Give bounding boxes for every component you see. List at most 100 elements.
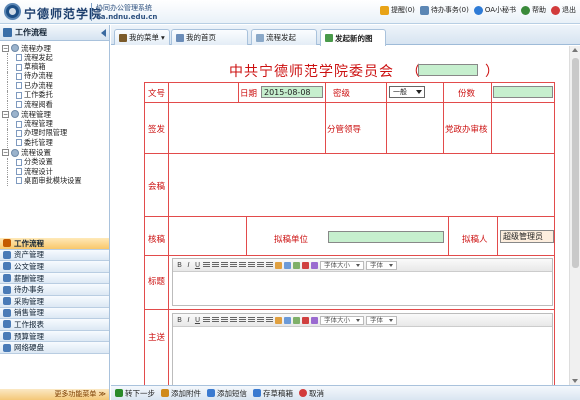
tree-group-settings[interactable]: − 流程设置 bbox=[2, 148, 109, 158]
logout-button[interactable]: 退出 bbox=[551, 5, 576, 15]
tree-group-process[interactable]: − 流程办理 bbox=[2, 43, 109, 53]
tab-new-flow[interactable]: 发起新的图 bbox=[320, 29, 386, 46]
add-attachment-button[interactable]: 添加附件 bbox=[161, 388, 201, 399]
highlight-icon[interactable] bbox=[311, 316, 318, 324]
secrecy-select[interactable]: 一般 bbox=[389, 86, 425, 98]
label-co-draft: 会稿 bbox=[148, 182, 166, 192]
drafter-input[interactable]: 超级管理员 bbox=[500, 230, 554, 243]
image-icon[interactable] bbox=[275, 316, 282, 324]
indent-icon[interactable] bbox=[257, 262, 264, 268]
font-size-select[interactable]: 字体大小 bbox=[320, 260, 364, 270]
tree-item[interactable]: 工作委托 bbox=[2, 90, 109, 101]
link-icon[interactable] bbox=[284, 261, 291, 269]
italic-icon[interactable]: I bbox=[185, 261, 192, 269]
module-purchase[interactable]: 采购管理 bbox=[0, 295, 109, 308]
align-center-icon[interactable] bbox=[212, 262, 219, 268]
scroll-thumb[interactable] bbox=[572, 58, 579, 268]
font-color-icon[interactable] bbox=[302, 316, 309, 324]
copies-input[interactable] bbox=[493, 86, 553, 98]
collapse-sidebar-icon[interactable] bbox=[101, 29, 106, 37]
oa-secretary-button[interactable]: OA小秘书 bbox=[473, 5, 516, 15]
title-editor[interactable]: B I U 字体大小 字体 bbox=[172, 258, 553, 306]
align-left-icon[interactable] bbox=[203, 262, 210, 268]
justify-icon[interactable] bbox=[230, 317, 237, 323]
clock-icon bbox=[473, 5, 483, 15]
reminder-button[interactable]: 提醒(0) bbox=[379, 5, 415, 15]
ordered-list-icon[interactable] bbox=[239, 262, 246, 268]
todo-button[interactable]: 待办事务(0) bbox=[419, 5, 469, 15]
save-draft-button[interactable]: 存草稿箱 bbox=[253, 388, 293, 399]
collapse-toggle-icon[interactable]: − bbox=[2, 149, 9, 157]
add-sms-button[interactable]: 添加短信 bbox=[207, 388, 247, 399]
tab-my-menu[interactable]: 我的菜单 ▾ bbox=[114, 29, 170, 45]
module-netdisk[interactable]: 网络硬盘 bbox=[0, 342, 109, 354]
tab-my-home[interactable]: 我的首页 bbox=[171, 29, 248, 45]
gear-icon bbox=[11, 44, 19, 52]
tree-item[interactable]: 桌面审批模块设置 bbox=[2, 176, 109, 187]
module-reports[interactable]: 工作报表 bbox=[0, 319, 109, 331]
tree-item[interactable]: 流程发起 bbox=[2, 53, 109, 64]
ordered-list-icon[interactable] bbox=[239, 317, 246, 323]
cancel-button[interactable]: 取消 bbox=[299, 388, 324, 399]
doc-year-input[interactable] bbox=[418, 64, 478, 76]
link-icon[interactable] bbox=[284, 316, 291, 324]
tree-item[interactable]: 流程设计 bbox=[2, 167, 109, 178]
content-vscrollbar[interactable] bbox=[569, 46, 580, 385]
module-todo[interactable]: 待办事务 bbox=[0, 284, 109, 296]
image-icon[interactable] bbox=[275, 261, 282, 269]
collapse-toggle-icon[interactable]: − bbox=[2, 44, 9, 52]
next-step-button[interactable]: 转下一步 bbox=[115, 388, 155, 399]
italic-icon[interactable]: I bbox=[185, 316, 192, 324]
tree-item[interactable]: 已办流程 bbox=[2, 81, 109, 92]
scroll-up-icon[interactable] bbox=[572, 48, 578, 52]
draft-unit-input[interactable] bbox=[328, 231, 444, 243]
sales-icon bbox=[3, 308, 11, 317]
unordered-list-icon[interactable] bbox=[248, 262, 255, 268]
help-button[interactable]: 帮助 bbox=[521, 5, 546, 15]
justify-icon[interactable] bbox=[230, 262, 237, 268]
align-right-icon[interactable] bbox=[221, 262, 228, 268]
outdent-icon[interactable] bbox=[266, 317, 273, 323]
font-family-select[interactable]: 字体 bbox=[366, 315, 397, 325]
tree-item[interactable]: 流程管理 bbox=[2, 119, 109, 130]
tab-start-flow[interactable]: 流程发起 bbox=[251, 29, 317, 45]
font-family-select[interactable]: 字体 bbox=[366, 260, 397, 270]
table-icon[interactable] bbox=[293, 316, 300, 324]
bold-icon[interactable]: B bbox=[176, 316, 183, 324]
align-left-icon[interactable] bbox=[203, 317, 210, 323]
module-workflow[interactable]: 工作流程 bbox=[0, 238, 109, 250]
recipient-editor[interactable]: B I U 字体大小 字体 bbox=[172, 313, 553, 385]
home-icon bbox=[176, 33, 184, 42]
date-input[interactable]: 2015-08-08 bbox=[261, 86, 323, 98]
tree-item[interactable]: 待办流程 bbox=[2, 71, 109, 83]
tree-group-manage[interactable]: − 流程管理 bbox=[2, 109, 109, 119]
highlight-icon[interactable] bbox=[311, 261, 318, 269]
tree-item[interactable]: 流程阅看 bbox=[2, 100, 109, 111]
tree-item[interactable]: 办理时限管理 bbox=[2, 128, 109, 140]
underline-icon[interactable]: U bbox=[194, 316, 201, 324]
table-icon[interactable] bbox=[293, 261, 300, 269]
indent-icon[interactable] bbox=[257, 317, 264, 323]
scroll-down-icon[interactable] bbox=[572, 379, 578, 383]
module-budget[interactable]: 预算管理 bbox=[0, 330, 109, 343]
tree-item[interactable]: 委托管理 bbox=[2, 138, 109, 149]
module-salary[interactable]: 薪酬管理 bbox=[0, 272, 109, 285]
chevron-down-icon bbox=[416, 90, 422, 94]
font-size-select[interactable]: 字体大小 bbox=[320, 315, 364, 325]
module-sales[interactable]: 销售管理 bbox=[0, 307, 109, 320]
tree-item[interactable]: 分类设置 bbox=[2, 157, 109, 168]
more-menu-link[interactable]: 更多功能菜单 ≫ bbox=[0, 389, 109, 400]
outdent-icon[interactable] bbox=[266, 262, 273, 268]
bold-icon[interactable]: B bbox=[176, 261, 183, 269]
unordered-list-icon[interactable] bbox=[248, 317, 255, 323]
tree-item[interactable]: 草稿箱 bbox=[2, 62, 109, 73]
sidebar-title: 工作流程 bbox=[0, 25, 109, 41]
align-center-icon[interactable] bbox=[212, 317, 219, 323]
align-right-icon[interactable] bbox=[221, 317, 228, 323]
collapse-toggle-icon[interactable]: − bbox=[2, 110, 9, 118]
label-secrecy: 密级 bbox=[333, 89, 351, 99]
module-assets[interactable]: 资产管理 bbox=[0, 249, 109, 262]
underline-icon[interactable]: U bbox=[194, 261, 201, 269]
font-color-icon[interactable] bbox=[302, 261, 309, 269]
module-documents[interactable]: 公文管理 bbox=[0, 261, 109, 273]
